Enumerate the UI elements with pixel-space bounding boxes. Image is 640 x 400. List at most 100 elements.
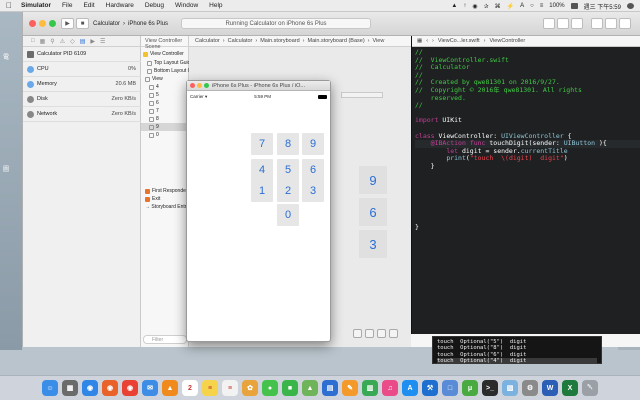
dock-icon-reminders[interactable]: ≡ — [222, 380, 238, 396]
dock-icon-keynote[interactable]: ▤ — [322, 380, 338, 396]
debug-icon[interactable]: ▤ — [80, 38, 86, 45]
code-line[interactable]: print("touch \(digit) digit") — [415, 155, 640, 163]
outline-row[interactable]: 0 — [149, 131, 189, 139]
outline-row[interactable]: 8 — [149, 115, 189, 123]
outline-row-selected[interactable]: 9 — [141, 123, 189, 131]
jump-bar-item[interactable]: Calculator — [228, 38, 253, 44]
dock-icon-numbers[interactable]: ▥ — [362, 380, 378, 396]
outline-filter-input[interactable]: Filter — [143, 335, 187, 344]
dock-icon-notes[interactable]: ≡ — [202, 380, 218, 396]
menu-extra-icon[interactable]: ↑ — [463, 3, 466, 9]
code-line[interactable]: // Calculator — [415, 63, 640, 72]
clock[interactable]: 週三 下午5:59 — [584, 2, 621, 11]
gauge-network[interactable]: Network Zero KB/s — [27, 109, 139, 119]
digit-key-1[interactable]: 1 — [251, 180, 273, 202]
outline-row[interactable]: First Responder — [145, 187, 188, 195]
dock-icon-excel[interactable]: X — [562, 380, 578, 396]
code-line[interactable] — [415, 216, 640, 224]
close-window-button[interactable] — [190, 83, 195, 88]
menu-hardware[interactable]: Hardware — [106, 2, 134, 9]
menu-extra-icon[interactable]: ○ — [530, 3, 534, 9]
code-line[interactable] — [415, 193, 640, 201]
battery-icon[interactable] — [570, 3, 578, 9]
outline-row[interactable]: 4 — [149, 83, 189, 91]
digit-key-8[interactable]: 8 — [277, 133, 299, 155]
dock-icon-system-preferences[interactable]: ⚙ — [522, 380, 538, 396]
code-line[interactable]: import UIKit — [415, 117, 640, 125]
dock-icon-maps[interactable]: ▲ — [302, 380, 318, 396]
outline-row[interactable]: Top Layout Guide — [147, 59, 193, 67]
dock-icon-facetime[interactable]: ■ — [282, 380, 298, 396]
code-line[interactable] — [415, 186, 640, 194]
debug-console[interactable]: touch Optional("5") digit touch Optional… — [432, 336, 602, 365]
gauge-cpu[interactable]: CPU 0% — [27, 64, 139, 74]
digit-key-6[interactable]: 6 — [302, 159, 324, 181]
toggle-debug-area-button[interactable] — [605, 18, 617, 29]
dock-icon-itunes[interactable]: ♫ — [382, 380, 398, 396]
dock-icon-app-store[interactable]: A — [402, 380, 418, 396]
stop-button[interactable]: ■ — [76, 18, 89, 29]
digit-key-5[interactable]: 5 — [277, 159, 299, 181]
zoom-window-button[interactable] — [49, 20, 56, 27]
menu-extra-icon[interactable]: ⌘ — [495, 3, 501, 10]
jump-bar-item[interactable]: View — [373, 38, 385, 44]
symbol-icon[interactable]: ▦ — [40, 38, 46, 45]
minimize-window-button[interactable] — [197, 83, 202, 88]
dock-icon-messages[interactable]: ● — [262, 380, 278, 396]
issue-icon[interactable]: ⚠ — [60, 38, 65, 45]
code-line[interactable] — [415, 208, 640, 216]
jump-bar-item[interactable]: Main.storyboard — [260, 38, 299, 44]
minimize-window-button[interactable] — [39, 20, 46, 27]
dock-icon-photos[interactable]: ✿ — [242, 380, 258, 396]
folder-icon[interactable]: □ — [31, 38, 35, 44]
code-line[interactable] — [415, 201, 640, 209]
dock-icon-utorrent[interactable]: μ — [462, 380, 478, 396]
menu-file[interactable]: File — [62, 2, 72, 9]
jump-bar-item[interactable]: Main.storyboard (Base) — [308, 38, 365, 44]
run-button[interactable]: ▶ — [61, 18, 74, 29]
code-line[interactable]: } — [415, 162, 640, 171]
dock-icon-launchpad[interactable]: ▦ — [62, 380, 78, 396]
jump-bar-item[interactable]: Calculator — [195, 38, 220, 44]
menu-extra-icon[interactable]: A — [520, 3, 524, 9]
code-line[interactable]: reserved. — [415, 94, 640, 103]
dock-icon-mail[interactable]: ✉ — [142, 380, 158, 396]
outline-row[interactable]: 6 — [149, 99, 189, 107]
menu-help[interactable]: Help — [209, 2, 222, 9]
related-items-icon[interactable]: ▦ — [417, 38, 422, 44]
dock-icon-finder[interactable]: ☺ — [42, 380, 58, 396]
code-editor[interactable]: ▦ ‹ › ViewCo...ler.swift › ViewControlle… — [411, 36, 640, 334]
code-line[interactable] — [415, 171, 640, 179]
digit-key-3[interactable]: 3 — [302, 180, 324, 202]
dock-icon-chrome[interactable]: ◉ — [122, 380, 138, 396]
forward-icon[interactable]: › — [432, 38, 434, 44]
menu-window[interactable]: Window — [175, 2, 198, 9]
pin-button[interactable] — [377, 329, 386, 338]
dock-icon-terminal[interactable]: >_ — [482, 380, 498, 396]
menu-edit[interactable]: Edit — [83, 2, 94, 9]
digit-key-2[interactable]: 2 — [277, 180, 299, 202]
version-editor-button[interactable] — [571, 18, 583, 29]
outline-row[interactable]: 5 — [149, 91, 189, 99]
spotlight-icon[interactable] — [627, 3, 634, 9]
outline-row[interactable]: 7 — [149, 107, 189, 115]
zoom-window-button[interactable] — [204, 83, 209, 88]
breakpoint-icon[interactable]: ▶ — [90, 38, 95, 45]
toggle-navigator-button[interactable] — [591, 18, 603, 29]
digit-key-9[interactable]: 9 — [302, 133, 324, 155]
code-line[interactable] — [415, 178, 640, 186]
menu-extra-icon[interactable]: ⚡ — [507, 3, 514, 10]
report-icon[interactable]: ☰ — [100, 38, 105, 45]
apple-menu-icon[interactable]:  — [6, 1, 12, 10]
resolve-issues-button[interactable] — [389, 329, 398, 338]
digit-key-7[interactable]: 7 — [251, 133, 273, 155]
menu-extra-icon[interactable]: ◉ — [472, 3, 477, 10]
ib-key-3[interactable]: 3 — [359, 230, 387, 258]
toggle-utilities-button[interactable] — [619, 18, 631, 29]
ib-key-9[interactable]: 9 — [359, 166, 387, 194]
gauge-disk[interactable]: Disk Zero KB/s — [27, 94, 139, 104]
battery-percent[interactable]: 100% — [549, 3, 564, 9]
dock-icon-firefox[interactable]: ◉ — [102, 380, 118, 396]
align-button[interactable] — [365, 329, 374, 338]
wifi-icon[interactable]: ≡ — [540, 3, 544, 9]
